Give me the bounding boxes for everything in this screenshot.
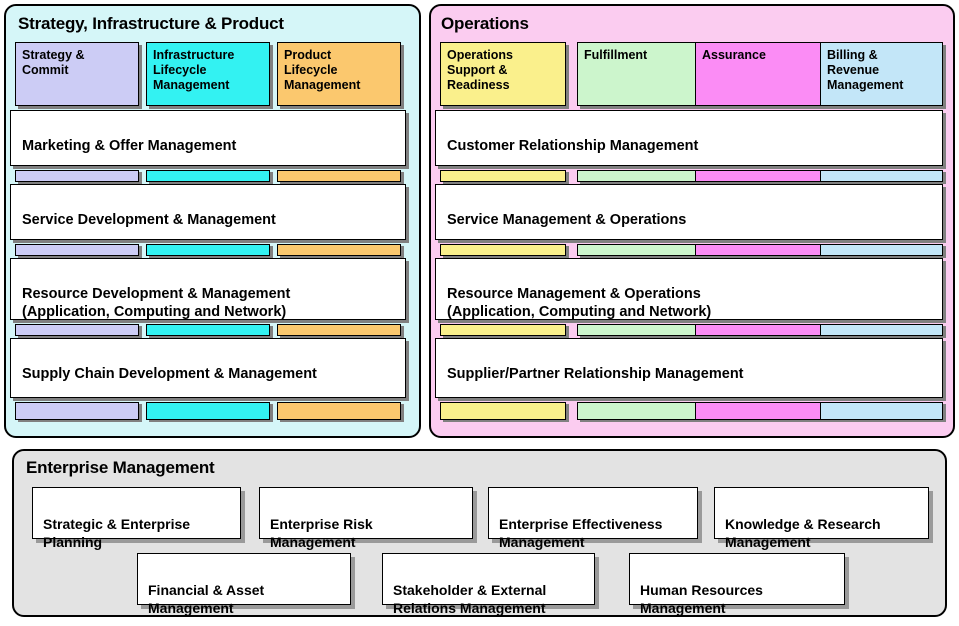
stripe-group-fulfillment-assurance-billing: [577, 170, 943, 182]
column-label-operations-support-readiness: Operations Support & Readiness: [447, 48, 513, 92]
em-box-financial-asset-management[interactable]: Financial & Asset Management: [137, 553, 351, 616]
process-row-label: Resource Management & Operations (Applic…: [447, 285, 712, 321]
process-row-label: Marketing & Offer Management: [22, 137, 237, 154]
em-box-strategic-enterprise-planning[interactable]: Strategic & Enterprise Planning: [32, 487, 241, 550]
process-row-service-development-management[interactable]: Service Development & Management: [10, 184, 406, 240]
stripe-strategy-commit: [15, 402, 139, 420]
stripe-band-sip-3: [10, 324, 406, 336]
stripe-band-sip-1: [10, 170, 406, 182]
process-row-label: Resource Development & Management (Appli…: [22, 285, 291, 321]
em-box-stakeholder-external-relations-management[interactable]: Stakeholder & External Relations Managem…: [382, 553, 595, 616]
stripe-fulfillment: [578, 245, 695, 255]
stripe-product-lifecycle: [277, 402, 401, 420]
column-label-fulfillment: Fulfillment: [584, 48, 648, 62]
stripe-band-ops-2: [435, 244, 943, 256]
stripe-billing-revenue-management: [820, 325, 942, 335]
stripe-band-ops-4: [435, 402, 943, 420]
column-strategy-commit[interactable]: Strategy & Commit: [15, 42, 139, 106]
stripe-infrastructure-lifecycle: [146, 324, 270, 336]
stripe-operations-support-readiness: [440, 170, 566, 182]
stripe-assurance: [695, 403, 820, 419]
em-box-enterprise-risk-management[interactable]: Enterprise Risk Management: [259, 487, 473, 550]
column-label-billing-revenue-management: Billing & Revenue Management: [827, 48, 904, 92]
panel-title-operations: Operations: [441, 14, 529, 33]
em-box-label: Stakeholder & External Relations Managem…: [393, 581, 547, 617]
stripe-assurance: [695, 171, 820, 181]
em-box-enterprise-effectiveness-management[interactable]: Enterprise Effectiveness Management: [488, 487, 698, 550]
stripe-assurance: [695, 245, 820, 255]
stripe-infrastructure-lifecycle: [146, 244, 270, 256]
process-row-label: Supply Chain Development & Management: [22, 365, 317, 382]
process-row-label: Service Development & Management: [22, 211, 276, 228]
column-group-fulfillment-assurance-billing: Fulfillment Assurance Billing & Revenue …: [577, 42, 943, 106]
stripe-band-sip-2: [10, 244, 406, 256]
column-fulfillment[interactable]: Fulfillment: [578, 43, 695, 105]
stripe-fulfillment: [578, 403, 695, 419]
stripe-billing-revenue-management: [820, 403, 942, 419]
stripe-group-fulfillment-assurance-billing: [577, 324, 943, 336]
panel-title-sip: Strategy, Infrastructure & Product: [18, 14, 284, 33]
process-row-resource-management-operations[interactable]: Resource Management & Operations (Applic…: [435, 258, 943, 320]
stripe-infrastructure-lifecycle: [146, 170, 270, 182]
column-infrastructure-lifecycle-management[interactable]: Infrastructure Lifecycle Management: [146, 42, 270, 106]
column-billing-revenue-management[interactable]: Billing & Revenue Management: [820, 43, 942, 105]
stripe-group-fulfillment-assurance-billing: [577, 244, 943, 256]
panel-title-enterprise-management: Enterprise Management: [26, 458, 215, 477]
em-box-human-resources-management[interactable]: Human Resources Management: [629, 553, 845, 616]
column-assurance[interactable]: Assurance: [695, 43, 820, 105]
stripe-group-fulfillment-assurance-billing: [577, 402, 943, 420]
process-row-label: Supplier/Partner Relationship Management: [447, 365, 744, 382]
stripe-strategy-commit: [15, 244, 139, 256]
column-product-lifecycle-management[interactable]: Product Lifecycle Management: [277, 42, 401, 106]
process-row-supplier-partner-relationship-management[interactable]: Supplier/Partner Relationship Management: [435, 338, 943, 398]
stripe-billing-revenue-management: [820, 245, 942, 255]
stripe-band-sip-4: [10, 402, 406, 420]
column-label-product-lifecycle-management: Product Lifecycle Management: [284, 48, 361, 92]
process-row-supply-chain-development-management[interactable]: Supply Chain Development & Management: [10, 338, 406, 398]
stripe-product-lifecycle: [277, 324, 401, 336]
process-row-customer-relationship-management[interactable]: Customer Relationship Management: [435, 110, 943, 166]
stripe-operations-support-readiness: [440, 324, 566, 336]
process-row-label: Service Management & Operations: [447, 211, 687, 228]
process-row-resource-development-management[interactable]: Resource Development & Management (Appli…: [10, 258, 406, 320]
stripe-operations-support-readiness: [440, 402, 566, 420]
stripe-product-lifecycle: [277, 170, 401, 182]
stripe-fulfillment: [578, 325, 695, 335]
stripe-strategy-commit: [15, 170, 139, 182]
stripe-strategy-commit: [15, 324, 139, 336]
column-operations-support-readiness[interactable]: Operations Support & Readiness: [440, 42, 566, 106]
column-label-infrastructure-lifecycle-management: Infrastructure Lifecycle Management: [153, 48, 235, 92]
stripe-operations-support-readiness: [440, 244, 566, 256]
stripe-band-ops-1: [435, 170, 943, 182]
process-row-marketing-offer-management[interactable]: Marketing & Offer Management: [10, 110, 406, 166]
stripe-product-lifecycle: [277, 244, 401, 256]
process-row-label: Customer Relationship Management: [447, 137, 699, 154]
em-box-knowledge-research-management[interactable]: Knowledge & Research Management: [714, 487, 929, 550]
stripe-assurance: [695, 325, 820, 335]
etom-framework-diagram: Strategy, Infrastructure & Product Strat…: [0, 0, 959, 626]
column-label-assurance: Assurance: [702, 48, 766, 62]
stripe-billing-revenue-management: [820, 171, 942, 181]
column-label-strategy-commit: Strategy & Commit: [22, 48, 85, 77]
stripe-infrastructure-lifecycle: [146, 402, 270, 420]
process-row-service-management-operations[interactable]: Service Management & Operations: [435, 184, 943, 240]
stripe-fulfillment: [578, 171, 695, 181]
stripe-band-ops-3: [435, 324, 943, 336]
